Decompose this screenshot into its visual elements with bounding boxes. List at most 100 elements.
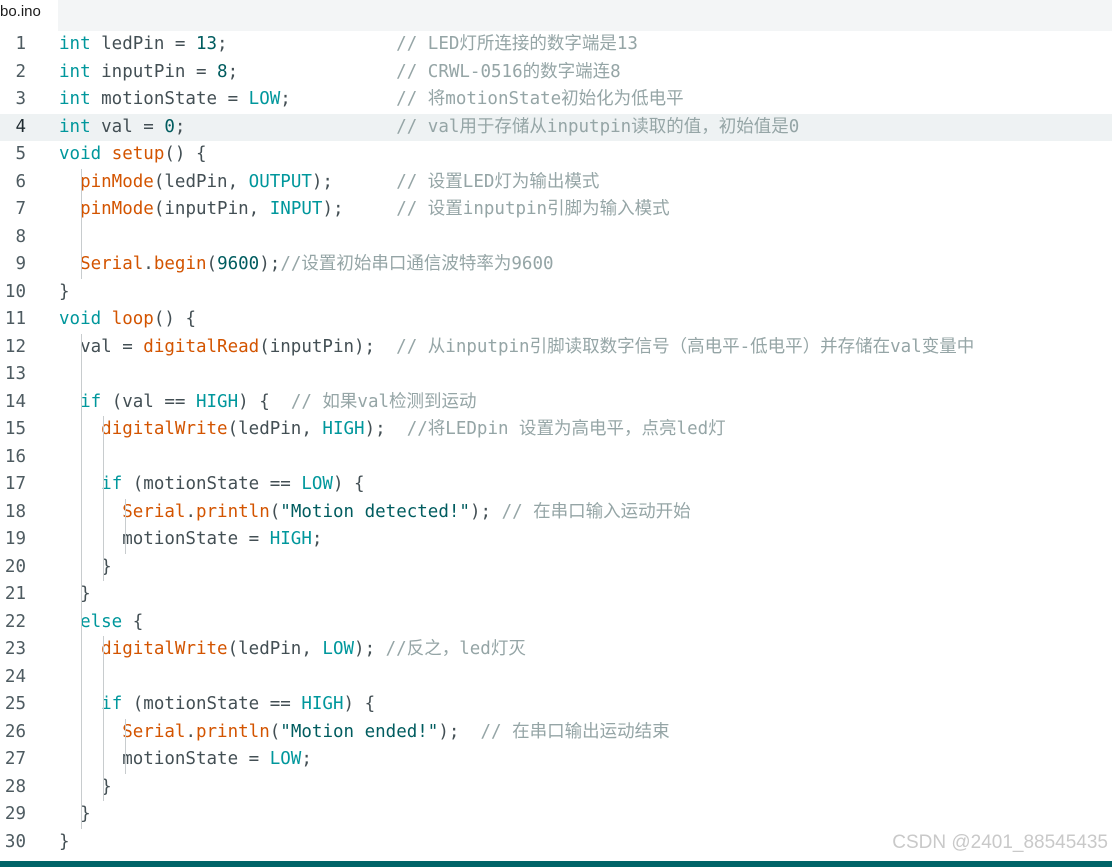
code-token: HIGH (269, 529, 312, 549)
code-token: ; (217, 34, 397, 54)
code-line[interactable]: 5 void setup() { (0, 141, 1112, 169)
code-token: 8 (217, 61, 228, 82)
line-number: 15 (4, 419, 26, 439)
code-line[interactable]: 15 digitalWrite(ledPin, HIGH); //将LEDpin… (0, 416, 1112, 444)
line-code: int val = 0; // val用于存储从inputpin读取的值，初始值… (59, 114, 799, 142)
code-token: "Motion detected!" (280, 501, 470, 522)
line-code: int ledPin = 13; // LED灯所连接的数字端是13 (59, 31, 638, 59)
line-code: int inputPin = 8; // CRWL-0516的数字端连8 (59, 59, 621, 87)
code-line[interactable]: 17 if (motionState == LOW) { (0, 471, 1112, 499)
code-line[interactable]: 11 void loop() { (0, 306, 1112, 334)
code-token: INPUT (269, 199, 323, 219)
code-line[interactable]: 27 motionState = LOW; (0, 746, 1112, 774)
line-code: } (59, 801, 91, 829)
code-token: (ledPin, (153, 171, 249, 192)
code-line[interactable]: 7 pinMode(inputPin, INPUT); // 设置inputpi… (0, 196, 1112, 224)
indent-guide (81, 168, 82, 279)
code-line[interactable]: 2 int inputPin = 8; // CRWL-0516的数字端连8 (0, 59, 1112, 87)
code-token: () { (153, 309, 197, 329)
code-line[interactable]: 18 Serial.println("Motion detected!"); /… (0, 499, 1112, 527)
line-number: 18 (4, 501, 26, 522)
file-tab[interactable]: bo.ino (0, 0, 58, 31)
indent-guide (125, 498, 126, 554)
code-line[interactable]: 1 int ledPin = 13; // LED灯所连接的数字端是13 (0, 31, 1112, 59)
code-token: () { (164, 144, 207, 164)
code-token: ( (269, 721, 281, 742)
code-token: println (195, 721, 270, 742)
code-line[interactable]: 6 pinMode(ledPin, OUTPUT); // 设置LED灯为输出模… (0, 169, 1112, 197)
tab-bar-empty-area (58, 0, 1112, 31)
code-token: // 设置inputpin引脚为输入模式 (396, 199, 670, 219)
code-token: ; (311, 529, 323, 549)
line-code: digitalWrite(ledPin, HIGH); //将LEDpin 设置… (59, 416, 726, 444)
code-token: } (59, 804, 91, 824)
code-line[interactable]: 23 digitalWrite(ledPin, LOW); //反之，led灯灭 (0, 636, 1112, 664)
line-number: 21 (4, 584, 26, 604)
code-line[interactable]: 14 if (val == HIGH) { // 如果val检测到运动 (0, 389, 1112, 417)
line-code: Serial.println("Motion detected!"); // 在… (59, 499, 691, 527)
code-line[interactable]: 4 int val = 0; // val用于存储从inputpin读取的值，初始… (0, 113, 1112, 142)
code-line[interactable]: 28 } (0, 774, 1112, 802)
code-line[interactable]: 25 if (motionState == HIGH) { (0, 691, 1112, 719)
code-editor[interactable]: 1 int ledPin = 13; // LED灯所连接的数字端是13 2 int … (0, 31, 1112, 861)
code-token: ); (259, 254, 281, 274)
line-code: pinMode(ledPin, OUTPUT); // 设置LED灯为输出模式 (59, 169, 599, 197)
code-line[interactable]: 29 } (0, 801, 1112, 829)
code-token: ( (269, 501, 281, 522)
indent-guide (81, 333, 82, 829)
code-token: loop (111, 309, 154, 329)
code-token: LOW (322, 639, 355, 659)
line-code: } (59, 581, 91, 609)
code-token: OUTPUT (248, 171, 312, 192)
code-line[interactable]: 9 Serial.begin(9600);//设置初始串口通信波特率为9600 (0, 251, 1112, 279)
line-number: 24 (4, 666, 26, 687)
code-token: pinMode (80, 199, 154, 219)
code-token: int (59, 61, 91, 82)
code-line[interactable]: 16 (0, 444, 1112, 472)
code-token: int (59, 34, 91, 54)
code-token: (val == (101, 391, 196, 412)
code-line[interactable]: 20 } (0, 554, 1112, 582)
code-token: (ledPin, (227, 639, 323, 659)
line-code: if (val == HIGH) { // 如果val检测到运动 (59, 389, 477, 417)
code-token: // 如果val检测到运动 (290, 391, 477, 412)
code-token: { (122, 611, 144, 632)
code-token: . (185, 501, 196, 522)
line-number: 8 (15, 226, 26, 247)
code-token: motionState = (90, 89, 249, 109)
line-number: 11 (4, 309, 26, 329)
code-line[interactable]: 19 motionState = HIGH; (0, 526, 1112, 554)
line-number: 6 (15, 171, 26, 192)
code-token: ; (227, 61, 397, 82)
code-token: // 在串口输入运动开始 (501, 501, 691, 522)
code-token: //反之，led灯灭 (385, 639, 526, 659)
code-token: ); (438, 721, 481, 742)
line-code: else { (59, 609, 143, 637)
line-number: 12 (4, 336, 26, 357)
code-token: . (185, 721, 196, 742)
line-code: int motionState = LOW; // 将motionState初始… (59, 86, 684, 114)
code-token: Serial (80, 254, 144, 274)
line-number: 22 (4, 611, 26, 632)
code-line[interactable]: 21 } (0, 581, 1112, 609)
code-line[interactable]: 12 val = digitalRead(inputPin); // 从inpu… (0, 334, 1112, 362)
line-number: 17 (4, 474, 26, 494)
line-code: Serial.begin(9600);//设置初始串口通信波特率为9600 (59, 251, 553, 279)
code-token: // 将motionState初始化为低电平 (396, 89, 684, 109)
code-line[interactable]: 24 (0, 664, 1112, 692)
code-line[interactable]: 8 (0, 224, 1112, 252)
code-line[interactable]: 13 (0, 361, 1112, 389)
code-line[interactable]: 26 Serial.println("Motion ended!"); // 在… (0, 719, 1112, 747)
code-line[interactable]: 22 else { (0, 609, 1112, 637)
line-code: Serial.println("Motion ended!"); // 在串口输… (59, 719, 669, 747)
code-token: HIGH (322, 419, 365, 439)
code-token: digitalRead (143, 336, 260, 357)
line-code: void loop() { (59, 306, 196, 334)
code-line[interactable]: 3 int motionState = LOW; // 将motionState初… (0, 86, 1112, 114)
code-line[interactable]: 10} (0, 279, 1112, 307)
code-token: (motionState == (122, 474, 302, 494)
code-token: digitalWrite (101, 419, 228, 439)
